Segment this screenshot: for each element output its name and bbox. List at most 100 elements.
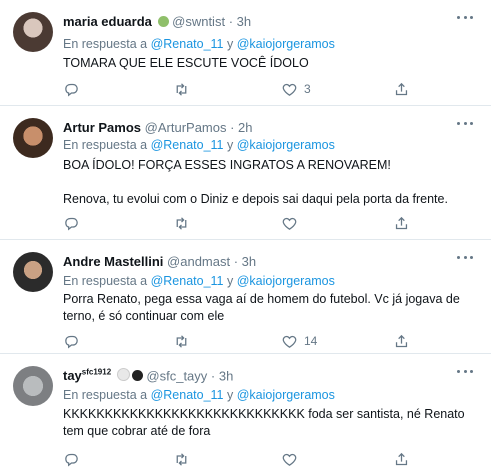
more-icon[interactable]	[457, 368, 473, 374]
tweet-text-line: BOA ÍDOLO! FORÇA ESSES INGRATOS A RENOVA…	[63, 158, 391, 172]
tweet-text-line: Porra Renato, pega essa vaga aí de homem…	[63, 292, 460, 306]
tweet-text-line: Renova, tu evolui com o Diniz e depois s…	[63, 192, 448, 206]
tweet-header: taysfc1912 @sfc_tayy · 3h	[63, 368, 233, 383]
reply-button[interactable]	[63, 80, 80, 98]
tweet-text-line: TOMARA QUE ELE ESCUTE VOCÊ ÍDOLO	[63, 56, 309, 70]
more-icon[interactable]	[457, 14, 473, 20]
mention-link[interactable]: @kaiojorgeramos	[237, 388, 335, 402]
reply-icon	[65, 217, 78, 230]
mention-link[interactable]: @kaiojorgeramos	[237, 274, 335, 288]
tweet-actions: 3	[63, 80, 423, 98]
reply-conjunction: y	[227, 37, 234, 51]
more-icon[interactable]	[457, 254, 473, 260]
user-handle[interactable]: @ArturPamos	[145, 120, 227, 135]
tweet-card[interactable]: taysfc1912 @sfc_tayy · 3h En respuesta a…	[0, 354, 491, 472]
retweet-icon	[176, 452, 187, 466]
more-icon[interactable]	[457, 120, 473, 126]
tweet-actions	[63, 450, 423, 468]
reply-context: En respuesta a @Renato_11 y @kaiojorgera…	[63, 388, 335, 402]
retweet-button[interactable]	[173, 214, 190, 232]
tweet-time[interactable]: · 3h	[211, 368, 233, 383]
reply-conjunction: y	[227, 138, 234, 152]
tweet-header: Artur Pamos @ArturPamos · 2h	[63, 120, 253, 135]
retweet-button[interactable]	[173, 332, 190, 350]
tweet-text: KKKKKKKKKKKKKKKKKKKKKKKKKKKKK foda ser s…	[63, 406, 473, 440]
tweet-time[interactable]: · 3h	[229, 14, 251, 29]
tweet-time[interactable]: · 3h	[234, 254, 256, 269]
reply-conjunction: y	[227, 274, 234, 288]
retweet-icon	[176, 334, 187, 348]
avatar[interactable]	[13, 12, 53, 52]
heart-icon	[282, 217, 297, 230]
mention-link[interactable]: @Renato_11	[151, 138, 224, 152]
user-name[interactable]: maria eduarda	[63, 14, 152, 29]
like-button[interactable]: 14	[281, 332, 317, 350]
user-handle[interactable]: @swntist	[172, 14, 225, 29]
like-count: 3	[304, 82, 311, 96]
reply-conjunction: y	[227, 388, 234, 402]
reply-context: En respuesta a @Renato_11 y @kaiojorgera…	[63, 274, 335, 288]
like-button[interactable]	[281, 214, 304, 232]
heart-icon	[282, 83, 297, 96]
tweet-header: maria eduarda @swntist · 3h	[63, 14, 251, 29]
tweet-card[interactable]: Artur Pamos @ArturPamos · 2h En respuest…	[0, 106, 491, 239]
black-circle-icon	[131, 370, 143, 382]
user-name[interactable]: Artur Pamos	[63, 120, 141, 135]
retweet-icon	[176, 82, 187, 96]
reply-icon	[65, 453, 78, 466]
tweet-text: Porra Renato, pega essa vaga aí de homem…	[63, 291, 473, 325]
tweet-card[interactable]: maria eduarda @swntist · 3h En respuesta…	[0, 0, 491, 105]
mention-link[interactable]: @Renato_11	[151, 274, 224, 288]
user-handle[interactable]: @sfc_tayy	[146, 368, 207, 383]
tweet-actions	[63, 214, 423, 232]
reply-icon	[65, 83, 78, 96]
reply-icon	[65, 335, 78, 348]
user-name[interactable]: Andre Mastellini	[63, 254, 163, 269]
like-button[interactable]	[281, 450, 304, 468]
mention-link[interactable]: @Renato_11	[151, 37, 224, 51]
tweet-text: BOA ÍDOLO! FORÇA ESSES INGRATOS A RENOVA…	[63, 157, 473, 208]
tweet-text-line: terno, é só continuar com ele	[63, 309, 225, 323]
avatar[interactable]	[13, 252, 53, 292]
share-icon	[395, 334, 408, 347]
reply-button[interactable]	[63, 214, 80, 232]
user-name-superscript: sfc1912	[81, 368, 112, 377]
tweet-card[interactable]: Andre Mastellini @andmast · 3h En respue…	[0, 240, 491, 353]
mention-link[interactable]: @kaiojorgeramos	[237, 37, 335, 51]
reply-label: En respuesta a	[63, 138, 148, 152]
share-icon	[395, 82, 408, 95]
reply-label: En respuesta a	[63, 37, 148, 51]
tweet-time[interactable]: · 2h	[230, 120, 252, 135]
reply-button[interactable]	[63, 332, 80, 350]
avatar[interactable]	[13, 118, 53, 158]
heart-icon	[282, 453, 297, 466]
mention-link[interactable]: @kaiojorgeramos	[237, 138, 335, 152]
reply-label: En respuesta a	[63, 274, 148, 288]
share-button[interactable]	[393, 450, 410, 468]
tweet-header: Andre Mastellini @andmast · 3h	[63, 254, 256, 269]
share-button[interactable]	[393, 80, 410, 98]
tweet-text-line: KKKKKKKKKKKKKKKKKKKKKKKKKKKKK foda ser s…	[63, 407, 465, 421]
like-count: 14	[304, 334, 318, 348]
white-circle-icon	[116, 368, 130, 382]
like-button[interactable]: 3	[281, 80, 311, 98]
reply-context: En respuesta a @Renato_11 y @kaiojorgera…	[63, 138, 335, 152]
user-handle[interactable]: @andmast	[167, 254, 230, 269]
retweet-button[interactable]	[173, 80, 190, 98]
reply-context: En respuesta a @Renato_11 y @kaiojorgera…	[63, 37, 335, 51]
emoji-badge-icon	[157, 16, 169, 27]
share-icon	[395, 452, 408, 465]
heart-icon	[282, 335, 297, 348]
reply-button[interactable]	[63, 450, 80, 468]
avatar[interactable]	[13, 366, 53, 406]
retweet-icon	[176, 216, 187, 230]
tweet-actions: 14	[63, 332, 423, 350]
retweet-button[interactable]	[173, 450, 190, 468]
mention-link[interactable]: @Renato_11	[151, 388, 224, 402]
share-icon	[395, 216, 408, 229]
share-button[interactable]	[393, 332, 410, 350]
user-name[interactable]: taysfc1912	[63, 368, 111, 383]
share-button[interactable]	[393, 214, 410, 232]
tweet-text-line: tem que cobrar até de fora	[63, 424, 211, 438]
tweet-text: TOMARA QUE ELE ESCUTE VOCÊ ÍDOLO	[63, 55, 473, 72]
